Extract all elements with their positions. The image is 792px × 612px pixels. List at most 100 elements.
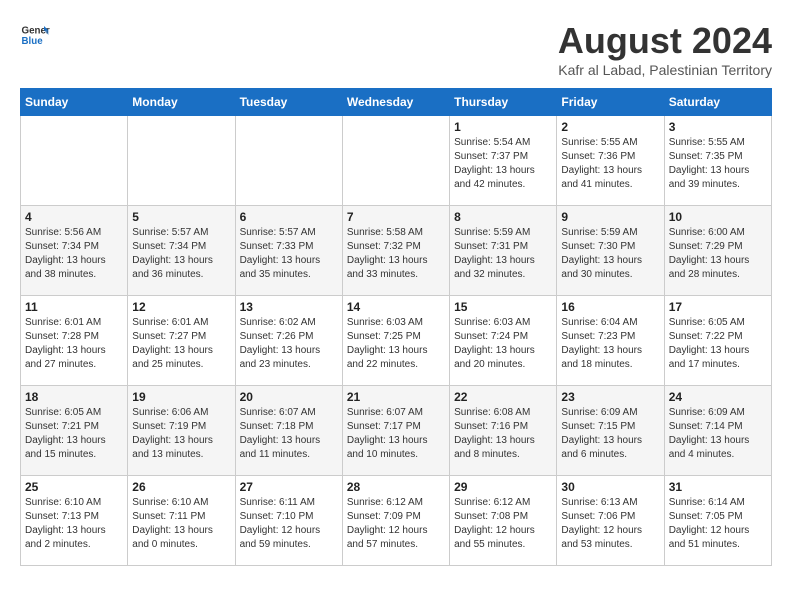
day-number: 31 <box>669 480 767 494</box>
day-number: 22 <box>454 390 552 404</box>
day-header: Monday <box>128 89 235 116</box>
day-number: 24 <box>669 390 767 404</box>
calendar-cell: 24 Sunrise: 6:09 AM Sunset: 7:14 PM Dayli… <box>664 386 771 476</box>
calendar-cell <box>342 116 449 206</box>
day-info: Sunrise: 5:58 AM Sunset: 7:32 PM Dayligh… <box>347 226 445 282</box>
day-number: 12 <box>132 300 230 314</box>
calendar-week-row: 18 Sunrise: 6:05 AM Sunset: 7:21 PM Dayli… <box>21 386 772 476</box>
calendar-cell: 10Sunrise: 6:00 AM Sunset: 7:29 PM Dayli… <box>664 206 771 296</box>
day-info: Sunrise: 5:55 AM Sunset: 7:35 PM Dayligh… <box>669 136 767 192</box>
day-info: Sunrise: 6:05 AM Sunset: 7:21 PM Dayligh… <box>25 406 123 462</box>
day-info: Sunrise: 6:09 AM Sunset: 7:14 PM Dayligh… <box>669 406 767 462</box>
calendar-cell <box>21 116 128 206</box>
day-number: 16 <box>561 300 659 314</box>
day-info: Sunrise: 6:04 AM Sunset: 7:23 PM Dayligh… <box>561 316 659 372</box>
day-number: 25 <box>25 480 123 494</box>
day-info: Sunrise: 6:10 AM Sunset: 7:13 PM Dayligh… <box>25 496 123 552</box>
calendar-cell: 5 Sunrise: 5:57 AM Sunset: 7:34 PM Daylig… <box>128 206 235 296</box>
day-number: 11 <box>25 300 123 314</box>
day-info: Sunrise: 6:11 AM Sunset: 7:10 PM Dayligh… <box>240 496 338 552</box>
day-info: Sunrise: 6:03 AM Sunset: 7:24 PM Dayligh… <box>454 316 552 372</box>
day-header: Friday <box>557 89 664 116</box>
day-info: Sunrise: 5:55 AM Sunset: 7:36 PM Dayligh… <box>561 136 659 192</box>
day-info: Sunrise: 5:56 AM Sunset: 7:34 PM Dayligh… <box>25 226 123 282</box>
day-number: 9 <box>561 210 659 224</box>
calendar-cell: 28 Sunrise: 6:12 AM Sunset: 7:09 PM Dayli… <box>342 476 449 566</box>
location: Kafr al Labad, Palestinian Territory <box>558 62 772 78</box>
calendar-cell: 26 Sunrise: 6:10 AM Sunset: 7:11 PM Dayli… <box>128 476 235 566</box>
day-number: 19 <box>132 390 230 404</box>
day-info: Sunrise: 6:14 AM Sunset: 7:05 PM Dayligh… <box>669 496 767 552</box>
calendar-cell: 13Sunrise: 6:02 AM Sunset: 7:26 PM Dayli… <box>235 296 342 386</box>
calendar-cell: 30 Sunrise: 6:13 AM Sunset: 7:06 PM Dayli… <box>557 476 664 566</box>
calendar-cell <box>128 116 235 206</box>
day-number: 3 <box>669 120 767 134</box>
day-info: Sunrise: 5:54 AM Sunset: 7:37 PM Dayligh… <box>454 136 552 192</box>
logo-icon: General Blue <box>20 20 50 50</box>
svg-text:Blue: Blue <box>22 36 44 47</box>
calendar-week-row: 4 Sunrise: 5:56 AM Sunset: 7:34 PM Daylig… <box>21 206 772 296</box>
day-info: Sunrise: 5:59 AM Sunset: 7:30 PM Dayligh… <box>561 226 659 282</box>
day-info: Sunrise: 6:02 AM Sunset: 7:26 PM Dayligh… <box>240 316 338 372</box>
calendar-cell: 18 Sunrise: 6:05 AM Sunset: 7:21 PM Dayli… <box>21 386 128 476</box>
calendar-cell <box>235 116 342 206</box>
day-number: 1 <box>454 120 552 134</box>
day-info: Sunrise: 6:13 AM Sunset: 7:06 PM Dayligh… <box>561 496 659 552</box>
day-header: Wednesday <box>342 89 449 116</box>
day-number: 6 <box>240 210 338 224</box>
day-info: Sunrise: 6:06 AM Sunset: 7:19 PM Dayligh… <box>132 406 230 462</box>
day-number: 30 <box>561 480 659 494</box>
calendar-week-row: 11Sunrise: 6:01 AM Sunset: 7:28 PM Dayli… <box>21 296 772 386</box>
day-number: 2 <box>561 120 659 134</box>
day-info: Sunrise: 6:05 AM Sunset: 7:22 PM Dayligh… <box>669 316 767 372</box>
day-number: 21 <box>347 390 445 404</box>
day-info: Sunrise: 6:12 AM Sunset: 7:09 PM Dayligh… <box>347 496 445 552</box>
day-number: 18 <box>25 390 123 404</box>
day-info: Sunrise: 6:12 AM Sunset: 7:08 PM Dayligh… <box>454 496 552 552</box>
day-number: 8 <box>454 210 552 224</box>
day-number: 26 <box>132 480 230 494</box>
day-number: 29 <box>454 480 552 494</box>
day-number: 5 <box>132 210 230 224</box>
calendar-cell: 2 Sunrise: 5:55 AM Sunset: 7:36 PM Daylig… <box>557 116 664 206</box>
calendar-cell: 23 Sunrise: 6:09 AM Sunset: 7:15 PM Dayli… <box>557 386 664 476</box>
day-info: Sunrise: 6:09 AM Sunset: 7:15 PM Dayligh… <box>561 406 659 462</box>
day-info: Sunrise: 6:03 AM Sunset: 7:25 PM Dayligh… <box>347 316 445 372</box>
day-info: Sunrise: 6:00 AM Sunset: 7:29 PM Dayligh… <box>669 226 767 282</box>
title-block: August 2024 Kafr al Labad, Palestinian T… <box>558 20 772 78</box>
calendar-week-row: 1 Sunrise: 5:54 AM Sunset: 7:37 PM Daylig… <box>21 116 772 206</box>
calendar-cell: 27Sunrise: 6:11 AM Sunset: 7:10 PM Dayli… <box>235 476 342 566</box>
day-number: 7 <box>347 210 445 224</box>
calendar-cell: 21Sunrise: 6:07 AM Sunset: 7:17 PM Dayli… <box>342 386 449 476</box>
calendar-cell: 20Sunrise: 6:07 AM Sunset: 7:18 PM Dayli… <box>235 386 342 476</box>
calendar-cell: 22Sunrise: 6:08 AM Sunset: 7:16 PM Dayli… <box>450 386 557 476</box>
calendar-cell: 4 Sunrise: 5:56 AM Sunset: 7:34 PM Daylig… <box>21 206 128 296</box>
calendar-table: SundayMondayTuesdayWednesdayThursdayFrid… <box>20 88 772 566</box>
calendar-cell: 6 Sunrise: 5:57 AM Sunset: 7:33 PM Daylig… <box>235 206 342 296</box>
day-number: 4 <box>25 210 123 224</box>
calendar-cell: 8 Sunrise: 5:59 AM Sunset: 7:31 PM Daylig… <box>450 206 557 296</box>
calendar-cell: 11Sunrise: 6:01 AM Sunset: 7:28 PM Dayli… <box>21 296 128 386</box>
calendar-cell: 29 Sunrise: 6:12 AM Sunset: 7:08 PM Dayli… <box>450 476 557 566</box>
day-number: 28 <box>347 480 445 494</box>
day-info: Sunrise: 5:59 AM Sunset: 7:31 PM Dayligh… <box>454 226 552 282</box>
calendar-cell: 17 Sunrise: 6:05 AM Sunset: 7:22 PM Dayli… <box>664 296 771 386</box>
day-info: Sunrise: 6:01 AM Sunset: 7:27 PM Dayligh… <box>132 316 230 372</box>
calendar-cell: 12 Sunrise: 6:01 AM Sunset: 7:27 PM Dayli… <box>128 296 235 386</box>
month-title: August 2024 <box>558 20 772 62</box>
day-number: 23 <box>561 390 659 404</box>
calendar-cell: 1 Sunrise: 5:54 AM Sunset: 7:37 PM Daylig… <box>450 116 557 206</box>
calendar-cell: 14 Sunrise: 6:03 AM Sunset: 7:25 PM Dayli… <box>342 296 449 386</box>
calendar-cell: 16 Sunrise: 6:04 AM Sunset: 7:23 PM Dayli… <box>557 296 664 386</box>
day-info: Sunrise: 5:57 AM Sunset: 7:34 PM Dayligh… <box>132 226 230 282</box>
day-info: Sunrise: 6:10 AM Sunset: 7:11 PM Dayligh… <box>132 496 230 552</box>
day-info: Sunrise: 5:57 AM Sunset: 7:33 PM Dayligh… <box>240 226 338 282</box>
calendar-cell: 19 Sunrise: 6:06 AM Sunset: 7:19 PM Dayli… <box>128 386 235 476</box>
logo: General Blue <box>20 20 50 50</box>
calendar-cell: 15Sunrise: 6:03 AM Sunset: 7:24 PM Dayli… <box>450 296 557 386</box>
day-number: 17 <box>669 300 767 314</box>
day-number: 14 <box>347 300 445 314</box>
day-header: Tuesday <box>235 89 342 116</box>
day-info: Sunrise: 6:07 AM Sunset: 7:18 PM Dayligh… <box>240 406 338 462</box>
calendar-cell: 7 Sunrise: 5:58 AM Sunset: 7:32 PM Daylig… <box>342 206 449 296</box>
